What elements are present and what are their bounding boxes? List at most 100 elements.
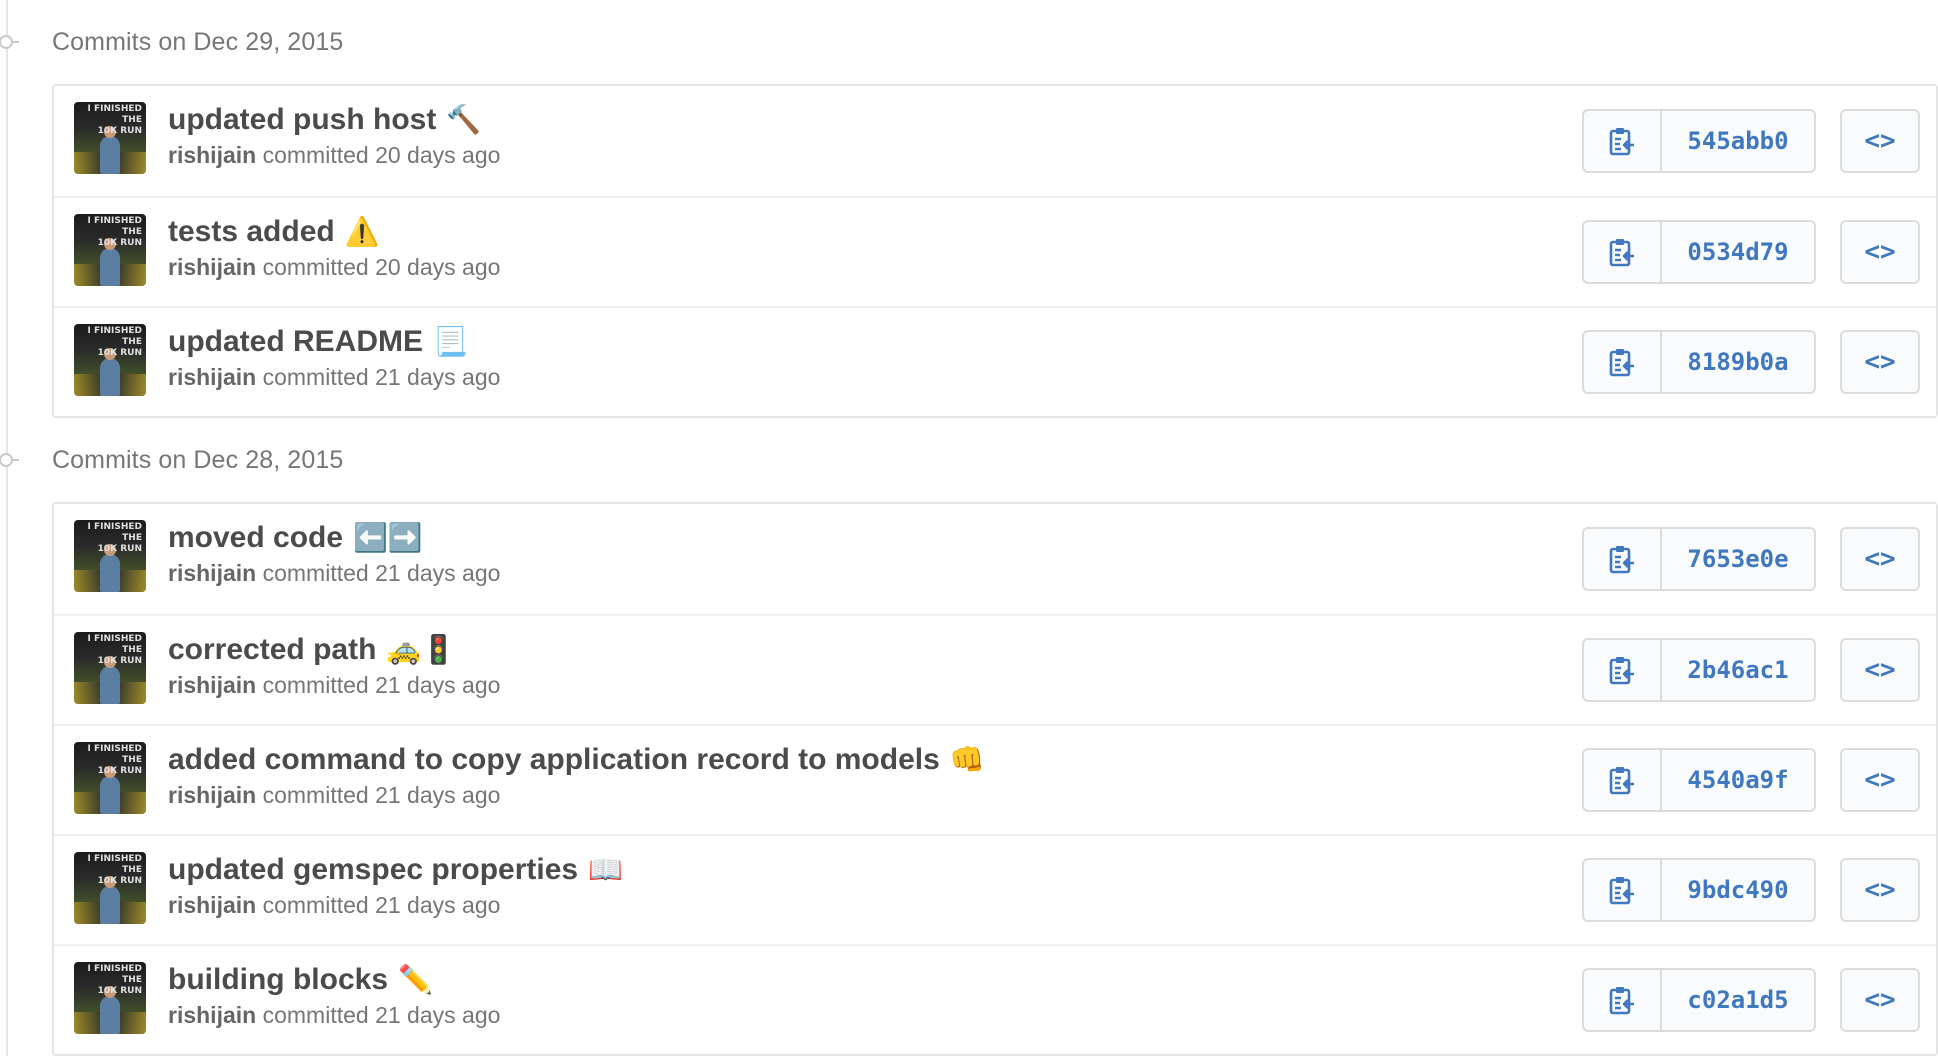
commit-sha-link[interactable]: 8189b0a bbox=[1662, 332, 1814, 392]
commit-author-link[interactable]: rishijain bbox=[168, 892, 256, 918]
commit-message-link[interactable]: moved code bbox=[168, 520, 343, 556]
code-icon: <> bbox=[1864, 765, 1896, 795]
commit-sha-link[interactable]: 9bdc490 bbox=[1662, 860, 1814, 920]
copy-sha-button[interactable] bbox=[1584, 332, 1662, 392]
commit-sha-link[interactable]: 2b46ac1 bbox=[1662, 640, 1814, 700]
commit-message-link[interactable]: corrected path bbox=[168, 632, 376, 668]
commit-actions: 0534d79 <> bbox=[1582, 220, 1920, 284]
clippy-icon bbox=[1609, 657, 1634, 685]
browse-repo-button[interactable]: <> bbox=[1840, 748, 1920, 812]
copy-sha-button[interactable] bbox=[1584, 860, 1662, 920]
git-commit-icon bbox=[0, 453, 19, 467]
avatar[interactable]: I FINISHED THE 10K RUN bbox=[74, 852, 146, 924]
commit-group-header: Commits on Dec 29, 2015 bbox=[0, 0, 1938, 84]
avatar-text-line1: I FINISHED THE bbox=[87, 634, 143, 655]
avatar[interactable]: I FINISHED THE 10K RUN bbox=[74, 102, 146, 174]
commit-emoji: ⬅️➡️ bbox=[353, 522, 423, 553]
copy-sha-button[interactable] bbox=[1584, 111, 1662, 171]
commit-author-link[interactable]: rishijain bbox=[168, 142, 256, 168]
commit-verb: committed bbox=[262, 254, 369, 280]
commit-message-link[interactable]: updated push host bbox=[168, 102, 436, 138]
code-icon: <> bbox=[1864, 347, 1896, 377]
commit-author-link[interactable]: rishijain bbox=[168, 364, 256, 390]
commit-message-link[interactable]: building blocks bbox=[168, 962, 388, 998]
sha-button-group: 2b46ac1 bbox=[1582, 638, 1816, 702]
commit-author-link[interactable]: rishijain bbox=[168, 672, 256, 698]
copy-sha-button[interactable] bbox=[1584, 529, 1662, 589]
commit-meta: rishijain committed 21 days ago bbox=[168, 558, 500, 588]
commit-list: I FINISHED THE 10K RUN updated push host… bbox=[52, 84, 1938, 418]
code-icon: <> bbox=[1864, 544, 1896, 574]
avatar[interactable]: I FINISHED THE 10K RUN bbox=[74, 742, 146, 814]
commit-author-link[interactable]: rishijain bbox=[168, 782, 256, 808]
commits-timeline: Commits on Dec 29, 2015 I FINISHED THE 1… bbox=[0, 0, 1938, 1056]
commit-message-link[interactable]: added command to copy application record… bbox=[168, 742, 940, 778]
browse-repo-button[interactable]: <> bbox=[1840, 109, 1920, 173]
browse-repo-button[interactable]: <> bbox=[1840, 220, 1920, 284]
clippy-icon bbox=[1609, 987, 1634, 1015]
commit-group-header: Commits on Dec 28, 2015 bbox=[0, 418, 1938, 502]
commit-time: 21 days ago bbox=[375, 782, 501, 808]
sha-button-group: 7653e0e bbox=[1582, 527, 1816, 591]
avatar-text-line2: 10K RUN bbox=[97, 238, 142, 248]
code-icon: <> bbox=[1864, 655, 1896, 685]
commit-sha-link[interactable]: 7653e0e bbox=[1662, 529, 1814, 589]
browse-repo-button[interactable]: <> bbox=[1840, 527, 1920, 591]
code-icon: <> bbox=[1864, 875, 1896, 905]
avatar[interactable]: I FINISHED THE 10K RUN bbox=[74, 962, 146, 1034]
commit-sha-link[interactable]: 545abb0 bbox=[1662, 111, 1814, 171]
commit-actions: 545abb0 <> bbox=[1582, 109, 1920, 173]
commit-emoji: 🔨 bbox=[446, 104, 482, 135]
clippy-icon bbox=[1609, 877, 1634, 905]
browse-repo-button[interactable]: <> bbox=[1840, 330, 1920, 394]
commit-row: I FINISHED THE 10K RUN added command to … bbox=[54, 724, 1936, 834]
code-icon: <> bbox=[1864, 126, 1896, 156]
copy-sha-button[interactable] bbox=[1584, 640, 1662, 700]
avatar[interactable]: I FINISHED THE 10K RUN bbox=[74, 324, 146, 396]
commit-row: I FINISHED THE 10K RUN building blocks ✏… bbox=[54, 944, 1936, 1054]
commit-group: Commits on Dec 29, 2015 I FINISHED THE 1… bbox=[0, 0, 1938, 418]
commit-message-link[interactable]: updated README bbox=[168, 324, 423, 360]
avatar-text-line1: I FINISHED THE bbox=[87, 522, 143, 543]
browse-repo-button[interactable]: <> bbox=[1840, 968, 1920, 1032]
code-icon: <> bbox=[1864, 237, 1896, 267]
commit-time: 21 days ago bbox=[375, 1002, 501, 1028]
avatar[interactable]: I FINISHED THE 10K RUN bbox=[74, 520, 146, 592]
commit-meta: rishijain committed 20 days ago bbox=[168, 140, 500, 170]
avatar[interactable]: I FINISHED THE 10K RUN bbox=[74, 632, 146, 704]
commit-group: Commits on Dec 28, 2015 I FINISHED THE 1… bbox=[0, 418, 1938, 1056]
sha-button-group: c02a1d5 bbox=[1582, 968, 1816, 1032]
commit-author-link[interactable]: rishijain bbox=[168, 560, 256, 586]
commit-verb: committed bbox=[262, 560, 369, 586]
commit-meta: rishijain committed 20 days ago bbox=[168, 252, 500, 282]
browse-repo-button[interactable]: <> bbox=[1840, 858, 1920, 922]
commit-sha-link[interactable]: 4540a9f bbox=[1662, 750, 1814, 810]
commit-author-link[interactable]: rishijain bbox=[168, 1002, 256, 1028]
commit-emoji: ✏️ bbox=[398, 964, 433, 995]
commit-emoji: 🚕🚦 bbox=[386, 634, 457, 665]
avatar-text-line2: 10K RUN bbox=[97, 126, 142, 136]
avatar-text-line2: 10K RUN bbox=[97, 876, 142, 886]
commit-meta: rishijain committed 21 days ago bbox=[168, 780, 985, 810]
copy-sha-button[interactable] bbox=[1584, 750, 1662, 810]
sha-button-group: 9bdc490 bbox=[1582, 858, 1816, 922]
avatar[interactable]: I FINISHED THE 10K RUN bbox=[74, 214, 146, 286]
avatar-text-line2: 10K RUN bbox=[97, 348, 142, 358]
commit-time: 20 days ago bbox=[375, 254, 501, 280]
commit-message-link[interactable]: updated gemspec properties bbox=[168, 852, 578, 888]
commit-author-link[interactable]: rishijain bbox=[168, 254, 256, 280]
browse-repo-button[interactable]: <> bbox=[1840, 638, 1920, 702]
avatar-text-line2: 10K RUN bbox=[97, 986, 142, 996]
copy-sha-button[interactable] bbox=[1584, 222, 1662, 282]
commit-sha-link[interactable]: 0534d79 bbox=[1662, 222, 1814, 282]
commit-group-title: Commits on Dec 29, 2015 bbox=[52, 27, 344, 56]
commit-row: I FINISHED THE 10K RUN updated push host… bbox=[54, 86, 1936, 196]
sha-button-group: 545abb0 bbox=[1582, 109, 1816, 173]
commit-time: 21 days ago bbox=[375, 672, 501, 698]
commit-sha-link[interactable]: c02a1d5 bbox=[1662, 970, 1814, 1030]
commit-message-link[interactable]: tests added bbox=[168, 214, 335, 250]
commit-actions: 8189b0a <> bbox=[1582, 330, 1920, 394]
clippy-icon bbox=[1609, 767, 1634, 795]
copy-sha-button[interactable] bbox=[1584, 970, 1662, 1030]
avatar-text-line1: I FINISHED THE bbox=[87, 744, 143, 765]
